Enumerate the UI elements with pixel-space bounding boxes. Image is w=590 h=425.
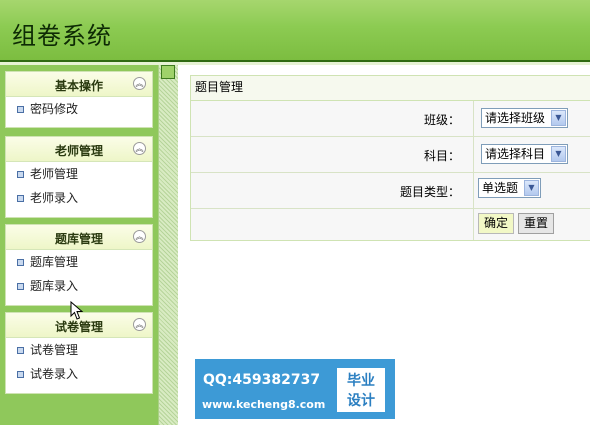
sidebar-item-label: 老师管理	[30, 167, 79, 181]
sidebar-item-label: 密码修改	[30, 102, 79, 116]
bullet-icon	[17, 195, 24, 202]
menu-group-header[interactable]: 老师管理 ︽	[6, 137, 152, 162]
watermark-tag-line2: 设计	[347, 393, 375, 409]
select-value: 请选择科目	[485, 147, 546, 161]
app-header: 组卷系统	[0, 0, 590, 62]
sidebar-item-label: 题库录入	[30, 279, 79, 293]
chevron-down-icon[interactable]: ▼	[524, 180, 539, 196]
menu-group-papers: 试卷管理 ︽ 试卷管理 试卷录入	[5, 312, 153, 394]
field-label: 班级：	[423, 113, 460, 127]
confirm-button[interactable]: 确定	[478, 213, 515, 234]
sidebar-item-change-password[interactable]: 密码修改	[6, 97, 152, 121]
menu-group-basic: 基本操作 ︽ 密码修改	[5, 71, 153, 128]
watermark-qq: QQ:459382737	[203, 372, 321, 388]
question-type-select[interactable]: 单选题 ▼	[478, 178, 541, 198]
menu-group-question-bank: 题库管理 ︽ 题库管理 题库录入	[5, 224, 153, 306]
sidebar-item-label: 老师录入	[30, 191, 79, 205]
menu-group-header[interactable]: 基本操作 ︽	[6, 72, 152, 97]
form-row-subject: 科目： 请选择科目 ▼	[191, 137, 590, 173]
sidebar-item-bank-add[interactable]: 题库录入	[6, 274, 152, 298]
field-label: 科目：	[423, 149, 460, 163]
select-value: 请选择班级	[485, 111, 546, 125]
question-manage-panel: 题目管理 班级： 请选择班级 ▼ 科目： 请选择科目 ▼ 题目类型： 单选题 ▼…	[190, 75, 590, 241]
double-chevron-up-icon[interactable]: ︽	[133, 318, 146, 331]
watermark-tag: 毕业 设计	[337, 368, 385, 412]
sidebar-item-teacher-add[interactable]: 老师录入	[6, 186, 152, 210]
select-value: 单选题	[482, 181, 519, 195]
menu-group-header[interactable]: 题库管理 ︽	[6, 225, 152, 250]
menu-group-title: 题库管理	[54, 232, 103, 246]
double-chevron-up-icon[interactable]: ︽	[133, 142, 146, 155]
watermark-url: www.kecheng8.com	[202, 398, 326, 411]
form-cell: 请选择科目 ▼	[473, 137, 590, 172]
reset-button[interactable]: 重置	[518, 213, 555, 234]
form-row-question-type: 题目类型： 单选题 ▼	[191, 173, 590, 209]
frame-splitter[interactable]	[158, 65, 178, 425]
sidebar-item-paper-manage[interactable]: 试卷管理	[6, 338, 152, 362]
sidebar-item-paper-add[interactable]: 试卷录入	[6, 362, 152, 386]
bullet-icon	[17, 106, 24, 113]
form-row-actions: 确定 重置	[191, 209, 590, 240]
bullet-icon	[17, 347, 24, 354]
sidebar-item-label: 试卷录入	[30, 367, 79, 381]
sidebar: 基本操作 ︽ 密码修改 老师管理 ︽ 老师管理 老师录入 题库管理 ︽ 题库管理…	[0, 65, 158, 425]
splitter-toggle-button[interactable]	[161, 65, 175, 79]
form-cell: 请选择班级 ▼	[473, 101, 590, 136]
watermark-tag-line1: 毕业	[347, 373, 375, 389]
chevron-down-icon[interactable]: ▼	[551, 110, 566, 126]
menu-group-teachers: 老师管理 ︽ 老师管理 老师录入	[5, 136, 153, 218]
subject-select[interactable]: 请选择科目 ▼	[481, 144, 568, 164]
panel-title: 题目管理	[191, 76, 590, 101]
bullet-icon	[17, 171, 24, 178]
sidebar-item-label: 试卷管理	[30, 343, 79, 357]
form-cell: 确定 重置	[473, 209, 590, 240]
field-label: 题目类型：	[399, 185, 460, 199]
bullet-icon	[17, 371, 24, 378]
sidebar-item-label: 题库管理	[30, 255, 79, 269]
form-row-class: 班级： 请选择班级 ▼	[191, 101, 590, 137]
form-cell: 单选题 ▼	[473, 173, 590, 208]
double-chevron-up-icon[interactable]: ︽	[133, 77, 146, 90]
class-select[interactable]: 请选择班级 ▼	[481, 108, 568, 128]
chevron-down-icon[interactable]: ▼	[551, 146, 566, 162]
bullet-icon	[17, 283, 24, 290]
sidebar-item-teacher-manage[interactable]: 老师管理	[6, 162, 152, 186]
double-chevron-up-icon[interactable]: ︽	[133, 230, 146, 243]
sidebar-item-bank-manage[interactable]: 题库管理	[6, 250, 152, 274]
menu-group-title: 基本操作	[54, 79, 103, 93]
menu-group-title: 老师管理	[54, 144, 103, 158]
watermark-banner: QQ:459382737 www.kecheng8.com 毕业 设计	[195, 359, 395, 419]
bullet-icon	[17, 259, 24, 266]
mouse-pointer-icon	[70, 301, 84, 320]
app-title: 组卷系统	[12, 22, 112, 50]
